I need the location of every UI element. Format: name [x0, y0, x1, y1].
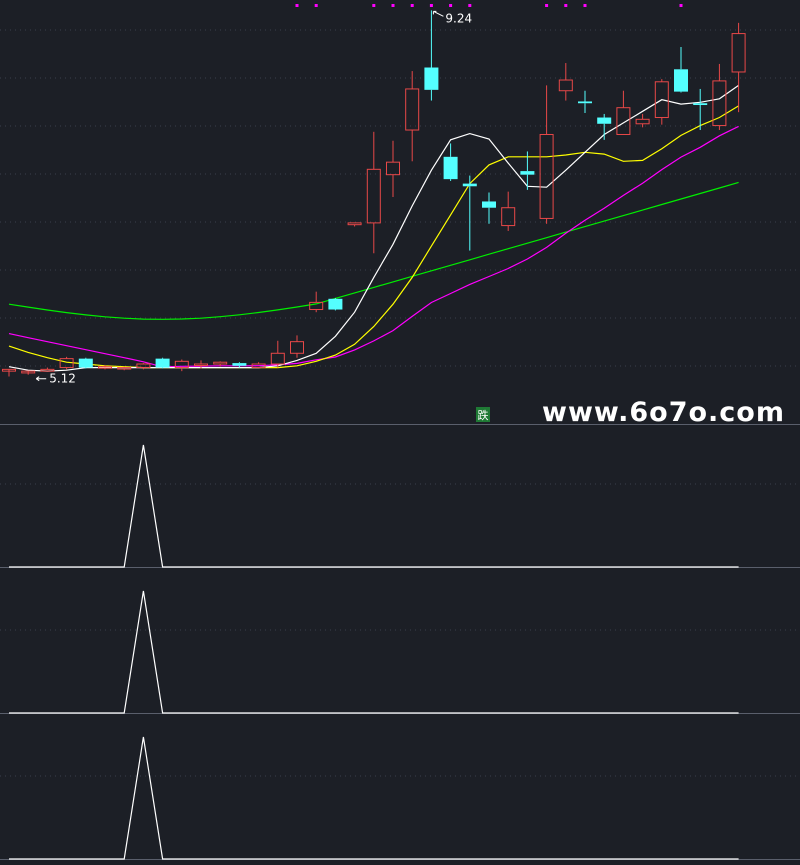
chart-stage: 9.24 5.12 跌 www.6o7o.com: [0, 4, 800, 860]
signal-dot: [449, 4, 453, 7]
candle-body-up: [290, 341, 304, 354]
candle-body-down: [578, 101, 592, 104]
candle-body-down: [674, 69, 688, 92]
candle-body-down: [520, 171, 535, 175]
candle-body-down: [424, 67, 439, 90]
candle-body-up: [405, 88, 420, 131]
candle-body-down: [482, 201, 496, 208]
candle: [674, 46, 688, 93]
candle: [78, 357, 93, 369]
candle-body-up: [635, 118, 650, 125]
candle: [328, 297, 343, 311]
candle: [347, 222, 362, 227]
candle-body-up: [194, 363, 208, 366]
indicator-line: [9, 444, 739, 568]
candle-body-down: [693, 103, 708, 106]
candle: [539, 85, 554, 224]
candle-body-up: [731, 33, 746, 73]
candle-body-up: [366, 168, 381, 224]
candle-body-down: [597, 117, 612, 124]
candle: [424, 10, 439, 101]
indicator-panels: [0, 424, 800, 860]
candle: [155, 357, 170, 369]
signal-dot: [679, 4, 683, 7]
candle: [482, 192, 496, 224]
candle: [290, 335, 304, 358]
indicator-line: [9, 590, 739, 714]
candle-body-up: [270, 352, 285, 365]
signal-dot: [391, 4, 395, 7]
candle: [501, 191, 516, 231]
candle-body-up: [386, 161, 400, 176]
candle: [386, 140, 400, 197]
candle: [712, 63, 727, 131]
candle-body-down: [328, 298, 343, 310]
candle: [635, 113, 650, 128]
candle: [309, 291, 324, 313]
signal-tag: 跌: [476, 407, 490, 422]
candle-body-up: [117, 367, 132, 370]
signal-dot: [295, 4, 299, 7]
candle: [405, 71, 420, 162]
watermark-text: www.6o7o.com: [542, 397, 785, 428]
indicator-panel: [0, 444, 800, 568]
candle-body-down: [155, 358, 170, 368]
candle: [597, 113, 612, 140]
candle-body-up: [501, 207, 516, 227]
indicator-panel: [0, 590, 800, 714]
candle: [616, 90, 631, 135]
low-marker-arrow: [35, 376, 47, 382]
signal-dot: [545, 4, 549, 7]
candle-body-down: [462, 183, 477, 187]
candle: [731, 22, 746, 113]
candle: [2, 368, 16, 377]
signal-dot: [564, 4, 568, 7]
candle-body-down: [232, 363, 247, 366]
high-price-label: 9.24: [445, 11, 472, 25]
indicator-panel: [0, 736, 800, 860]
signal-dot: [583, 4, 587, 7]
candle: [270, 340, 285, 368]
candle: [558, 63, 573, 101]
signal-dot: [314, 4, 318, 7]
candle: [462, 175, 477, 251]
indicator-line: [9, 736, 739, 860]
candle-body-up: [539, 133, 554, 219]
candle: [21, 370, 36, 375]
candle-body-down: [78, 358, 93, 368]
signal-dot: [468, 4, 472, 7]
candle: [117, 366, 132, 371]
low-price-label: 5.12: [49, 372, 76, 386]
signal-tag-label: 跌: [478, 408, 489, 422]
candle: [366, 131, 381, 254]
candle: [174, 359, 189, 372]
signal-dot: [372, 4, 376, 7]
signal-dot: [410, 4, 414, 7]
candle-body-down: [443, 156, 458, 180]
signal-dot: [429, 4, 433, 7]
candle: [443, 143, 458, 181]
candle-body-up: [616, 107, 631, 135]
candle: [232, 362, 247, 368]
candlestick-panel: 9.24 5.12 跌: [0, 4, 800, 422]
candle-body-up: [347, 222, 362, 226]
candle: [578, 90, 592, 114]
candle: [136, 363, 151, 370]
candle-body-up: [213, 361, 228, 365]
high-marker-arrow: [432, 10, 444, 17]
candle-body-up: [558, 79, 573, 92]
